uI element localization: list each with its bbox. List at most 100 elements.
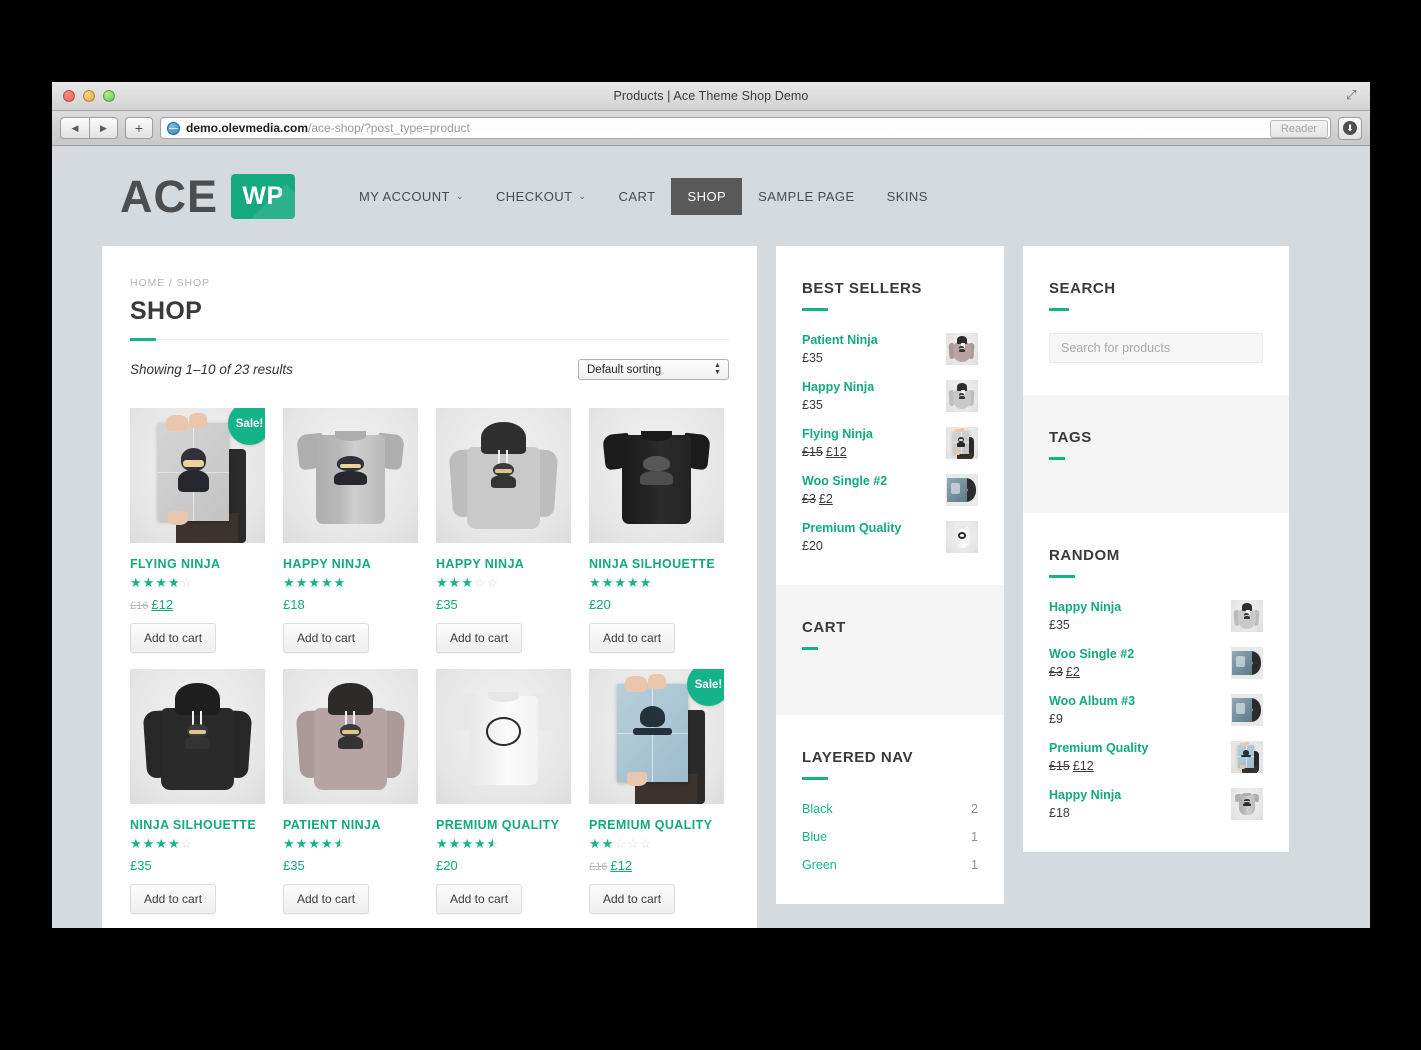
list-item-name[interactable]: Woo Album #3 xyxy=(1049,694,1223,709)
window-titlebar: Products | Ace Theme Shop Demo ⤢ xyxy=(52,82,1370,111)
nav-item-shop[interactable]: SHOP xyxy=(671,177,743,215)
layered-nav-row[interactable]: Black 2 xyxy=(802,802,978,816)
nav-item-skins[interactable]: SKINS xyxy=(871,178,944,215)
list-item-price-block: £35 xyxy=(802,351,938,365)
download-icon: ⬇ xyxy=(1343,121,1357,135)
product-title[interactable]: HAPPY NINJA xyxy=(283,557,418,572)
new-tab-button[interactable]: + xyxy=(125,117,153,139)
list-item-price-block: £18 xyxy=(1049,806,1223,820)
list-item-thumbnail[interactable] xyxy=(1231,741,1263,773)
list-item-thumbnail[interactable] xyxy=(946,427,978,459)
add-to-cart-button[interactable]: Add to cart xyxy=(436,623,523,653)
product-title[interactable]: PREMIUM QUALITY xyxy=(589,818,724,833)
layered-nav-row[interactable]: Blue 1 xyxy=(802,830,978,844)
list-item[interactable]: Happy Ninja £35 xyxy=(1049,600,1263,632)
product-old-price: £16 xyxy=(589,861,608,873)
item-old-price: £3 xyxy=(802,492,816,506)
product-thumbnail[interactable] xyxy=(130,669,265,804)
product-thumbnail[interactable] xyxy=(436,669,571,804)
product-thumbnail[interactable] xyxy=(589,408,724,543)
star-filled: ★ xyxy=(308,836,321,851)
nav-item-sample-page[interactable]: SAMPLE PAGE xyxy=(742,178,870,215)
nav-item-cart[interactable]: CART xyxy=(603,178,672,215)
nav-item-my-account[interactable]: MY ACCOUNT ⌄ xyxy=(343,178,480,215)
product-rating: ★★☆☆☆ xyxy=(589,837,724,851)
list-item-name[interactable]: Woo Single #2 xyxy=(802,474,938,489)
product-title[interactable]: FLYING NINJA xyxy=(130,557,265,572)
list-item[interactable]: Premium Quality £20 xyxy=(802,521,978,553)
product-price-block: £35 xyxy=(436,597,571,612)
list-item-info: Happy Ninja £18 xyxy=(1049,788,1223,820)
layered-nav-row[interactable]: Green 1 xyxy=(802,858,978,872)
product-grid: Sale! FLYING NINJA ★★★★☆ £16 £12 Add to c… xyxy=(102,380,757,928)
list-item[interactable]: Flying Ninja £15 £12 xyxy=(802,427,978,459)
star-empty: ☆ xyxy=(180,575,194,590)
list-item[interactable]: Happy Ninja £18 xyxy=(1049,788,1263,820)
list-item-name[interactable]: Happy Ninja xyxy=(1049,600,1223,615)
widget-title: CART xyxy=(802,619,846,636)
reader-button[interactable]: Reader xyxy=(1269,120,1328,138)
list-item-name[interactable]: Flying Ninja xyxy=(802,427,938,442)
product-title[interactable]: NINJA SILHOUETTE xyxy=(589,557,724,572)
list-item[interactable]: Woo Single #2 £3 £2 xyxy=(1049,647,1263,679)
downloads-button[interactable]: ⬇ xyxy=(1338,116,1362,140)
list-item-name[interactable]: Premium Quality xyxy=(802,521,938,536)
add-to-cart-button[interactable]: Add to cart xyxy=(283,623,370,653)
site-logo[interactable]: ACE WP xyxy=(120,173,296,219)
list-item[interactable]: Premium Quality £15 £12 xyxy=(1049,741,1263,773)
logo-badge-text: WP xyxy=(242,181,284,210)
add-to-cart-button[interactable]: Add to cart xyxy=(589,884,676,914)
breadcrumb[interactable]: HOME / SHOP xyxy=(130,277,729,289)
navigation-buttons[interactable]: ◀ ▶ xyxy=(60,117,118,139)
product-thumbnail[interactable]: Sale! xyxy=(130,408,265,543)
product-thumbnail[interactable]: Sale! xyxy=(589,669,724,804)
product-rating: ★★★★★ xyxy=(436,837,571,851)
product-thumbnail[interactable] xyxy=(436,408,571,543)
product-title[interactable]: HAPPY NINJA xyxy=(436,557,571,572)
list-item-name[interactable]: Patient Ninja xyxy=(802,333,938,348)
list-item-thumbnail[interactable] xyxy=(1231,647,1263,679)
sort-select[interactable]: Default sorting ▲ ▼ xyxy=(578,359,729,380)
list-item-thumbnail[interactable] xyxy=(1231,788,1263,820)
url-domain: demo.olevmedia.com xyxy=(186,121,309,135)
list-item[interactable]: Patient Ninja £35 xyxy=(802,333,978,365)
product-title[interactable]: PATIENT NINJA xyxy=(283,818,418,833)
list-item-name[interactable]: Happy Ninja xyxy=(1049,788,1223,803)
add-to-cart-button[interactable]: Add to cart xyxy=(436,884,523,914)
search-input[interactable]: Search for products xyxy=(1049,333,1263,363)
list-item-name[interactable]: Premium Quality xyxy=(1049,741,1223,756)
list-item-thumbnail[interactable] xyxy=(1231,600,1263,632)
list-item-thumbnail[interactable] xyxy=(946,474,978,506)
list-item[interactable]: Woo Album #3 £9 xyxy=(1049,694,1263,726)
product-price-block: £20 xyxy=(436,858,571,873)
nav-item-checkout[interactable]: CHECKOUT ⌄ xyxy=(480,178,603,215)
product-title[interactable]: NINJA SILHOUETTE xyxy=(130,818,265,833)
list-item-thumbnail[interactable] xyxy=(946,521,978,553)
product-price-block: £35 xyxy=(283,858,418,873)
add-to-cart-button[interactable]: Add to cart xyxy=(130,623,217,653)
layered-nav-label[interactable]: Blue xyxy=(802,830,827,844)
product-rating: ★★★★☆ xyxy=(130,837,265,851)
list-item-thumbnail[interactable] xyxy=(1231,694,1263,726)
list-item-thumbnail[interactable] xyxy=(946,333,978,365)
url-path: /ace-shop/?post_type=product xyxy=(308,121,470,135)
resize-icon[interactable]: ⤢ xyxy=(1346,88,1360,102)
list-item-name[interactable]: Happy Ninja xyxy=(802,380,938,395)
nav-item-label: MY ACCOUNT xyxy=(359,188,450,204)
product-thumbnail[interactable] xyxy=(283,408,418,543)
add-to-cart-button[interactable]: Add to cart xyxy=(589,623,676,653)
list-item-name[interactable]: Woo Single #2 xyxy=(1049,647,1223,662)
list-item[interactable]: Woo Single #2 £3 £2 xyxy=(802,474,978,506)
forward-button[interactable]: ▶ xyxy=(89,117,118,139)
list-item-thumbnail[interactable] xyxy=(946,380,978,412)
layered-nav-label[interactable]: Black xyxy=(802,802,833,816)
address-bar[interactable]: demo.olevmedia.com/ace-shop/?post_type=p… xyxy=(160,117,1331,139)
add-to-cart-button[interactable]: Add to cart xyxy=(130,884,217,914)
layered-nav-label[interactable]: Green xyxy=(802,858,837,872)
product-thumbnail[interactable] xyxy=(283,669,418,804)
back-button[interactable]: ◀ xyxy=(60,117,89,139)
list-item[interactable]: Happy Ninja £35 xyxy=(802,380,978,412)
star-filled: ★ xyxy=(436,575,449,590)
add-to-cart-button[interactable]: Add to cart xyxy=(283,884,370,914)
product-title[interactable]: PREMIUM QUALITY xyxy=(436,818,571,833)
